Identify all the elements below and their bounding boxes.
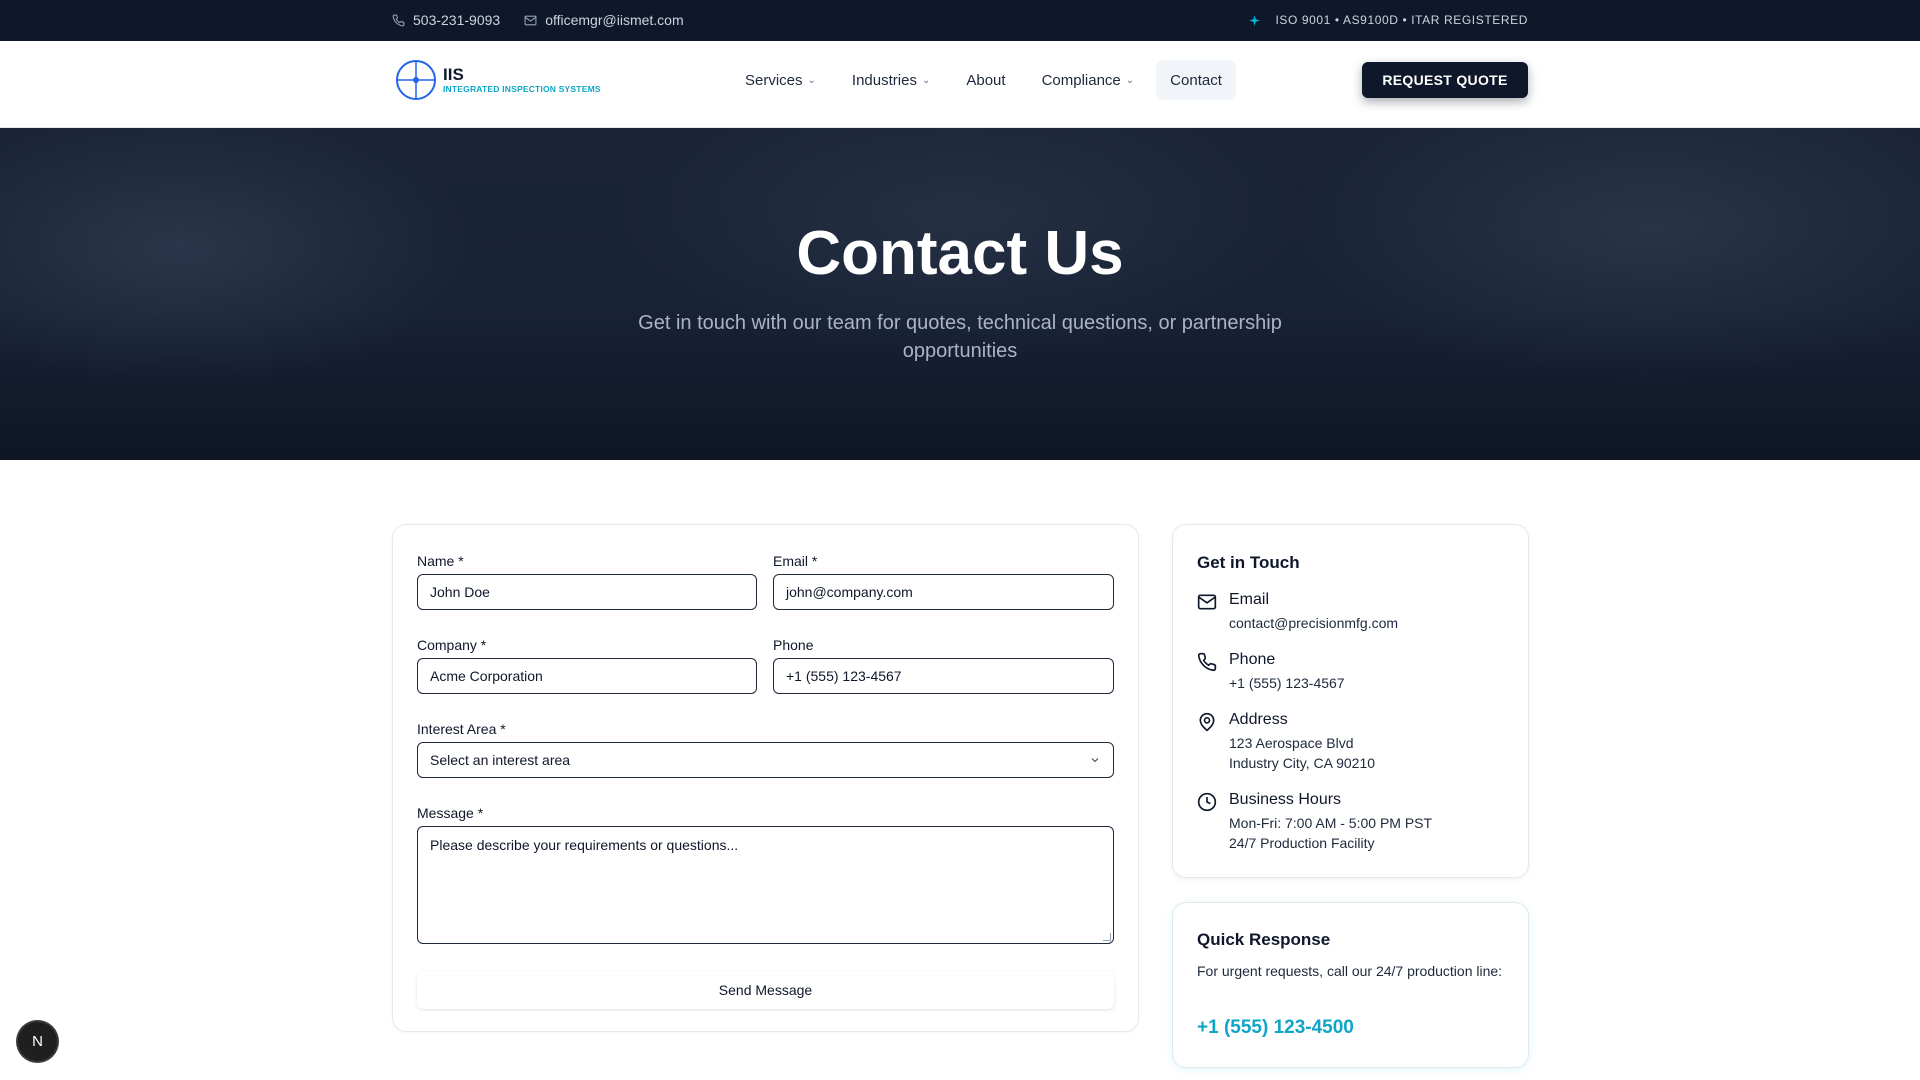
hero-banner: Contact Us Get in touch with our team fo…	[0, 128, 1920, 460]
message-placeholder: Please describe your requirements or que…	[430, 837, 739, 853]
quick-response-text: For urgent requests, call our 24/7 produ…	[1197, 963, 1503, 979]
topbar-phone[interactable]: 503-231-9093	[392, 12, 500, 28]
page-title: Contact Us	[796, 219, 1124, 288]
topbar-phone-text: 503-231-9093	[413, 12, 501, 28]
email-label: Email *	[773, 553, 818, 569]
contact-address-title: Address	[1229, 711, 1288, 728]
nav-contact[interactable]: Contact	[1156, 60, 1236, 100]
nav-about[interactable]: About	[952, 60, 1019, 100]
contact-form: Name * John Doe Email * john@company.com…	[392, 524, 1139, 1032]
get-in-touch-card: Get in Touch Email contact@precisionmfg.…	[1172, 524, 1529, 878]
name-label: Name *	[417, 553, 464, 569]
contact-hours-title: Business Hours	[1229, 791, 1342, 808]
email-field-group: Email * john@company.com	[773, 553, 1114, 610]
nav-contact-label: Contact	[1170, 71, 1222, 89]
main-nav: Services ⌄ Industries ⌄ About Compliance ⌄ …	[731, 60, 1236, 100]
nav-industries-label: Industries	[851, 71, 917, 89]
mail-icon	[524, 15, 537, 25]
message-textarea[interactable]: Please describe your requirements or que…	[417, 826, 1114, 944]
chevron-down-icon: ⌄	[807, 74, 816, 86]
get-in-touch-title: Get in Touch	[1197, 553, 1300, 572]
chevron-down-icon: ⌄	[921, 74, 931, 86]
page-subtitle: Get in touch with our team for quotes, t…	[638, 312, 1282, 362]
dev-tools-badge[interactable]: N	[18, 1022, 57, 1061]
message-label: Message *	[417, 805, 484, 821]
contact-address-line2: Industry City, CA 90210	[1229, 755, 1376, 771]
resize-handle[interactable]	[1103, 933, 1111, 941]
company-input[interactable]: Acme Corporation	[417, 658, 757, 694]
phone-label: Phone	[773, 637, 814, 653]
interest-select-value: Select an interest area	[430, 752, 571, 768]
interest-field-group: Interest Area * Select an interest area	[417, 721, 1114, 778]
request-quote-button[interactable]: REQUEST QUOTE	[1362, 62, 1528, 98]
interest-select[interactable]: Select an interest area	[417, 742, 1114, 778]
topbar-email[interactable]: officemgr@iismet.com	[524, 12, 684, 28]
interest-label: Interest Area *	[417, 721, 506, 737]
nav-about-label: About	[966, 71, 1006, 89]
name-field-group: Name * John Doe	[417, 553, 757, 610]
contact-hours: Business Hours Mon-Fri: 7:00 AM - 5:00 P…	[1197, 791, 1432, 853]
contact-address: Address 123 Aerospace Blvd Industry City…	[1197, 711, 1375, 773]
contact-phone: Phone +1 (555) 123-4567	[1197, 651, 1345, 693]
contact-hours-line1: Mon-Fri: 7:00 AM - 5:00 PM PST	[1229, 815, 1433, 831]
company-field-group: Company * Acme Corporation	[417, 637, 757, 694]
contact-email-title: Email	[1229, 591, 1270, 608]
contact-address-line1: 123 Aerospace Blvd	[1229, 735, 1354, 751]
nav-services-label: Services	[745, 71, 803, 89]
quick-response-title: Quick Response	[1197, 930, 1331, 949]
chevron-down-icon: ⌄	[1125, 74, 1135, 86]
hero-background	[0, 128, 1920, 460]
quick-response-number[interactable]: +1 (555) 123-4500	[1197, 1017, 1354, 1039]
email-input[interactable]: john@company.com	[773, 574, 1114, 610]
contact-email: Email contact@precisionmfg.com	[1197, 591, 1398, 633]
certifications-text: ISO 9001 • AS9100D • ITAR REGISTERED	[1275, 13, 1528, 27]
brand-tagline: INTEGRATED INSPECTION SYSTEMS	[443, 84, 601, 94]
contact-phone-title: Phone	[1229, 651, 1276, 668]
mail-icon	[1197, 594, 1217, 610]
crosshair-logo-icon	[396, 60, 436, 100]
message-field-group: Message * Please describe your requireme…	[417, 805, 1114, 944]
contact-email-value[interactable]: contact@precisionmfg.com	[1229, 613, 1398, 633]
sparkle-icon	[1249, 14, 1261, 26]
contact-phone-value[interactable]: +1 (555) 123-4567	[1229, 673, 1345, 693]
send-message-button[interactable]: Send Message	[417, 971, 1114, 1009]
phone-input[interactable]: +1 (555) 123-4567	[773, 658, 1114, 694]
nav-industries[interactable]: Industries ⌄	[838, 60, 944, 100]
topbar-email-text: officemgr@iismet.com	[545, 12, 684, 28]
phone-icon	[392, 14, 405, 26]
logo[interactable]: IIS INTEGRATED INSPECTION SYSTEMS	[395, 59, 601, 101]
brand-name: IIS	[443, 65, 464, 84]
company-label: Company *	[417, 637, 487, 653]
name-input[interactable]: John Doe	[417, 574, 757, 610]
contact-hours-line2: 24/7 Production Facility	[1229, 835, 1375, 851]
top-bar: 503-231-9093 officemgr@iismet.com ISO 90…	[0, 0, 1920, 41]
nav-compliance[interactable]: Compliance ⌄	[1028, 60, 1149, 100]
chevron-down-icon	[1091, 758, 1099, 763]
phone-icon	[1197, 652, 1217, 672]
map-pin-icon	[1199, 712, 1215, 732]
clock-icon	[1197, 792, 1217, 812]
quick-response-card: Quick Response For urgent requests, call…	[1172, 902, 1529, 1068]
certifications: ISO 9001 • AS9100D • ITAR REGISTERED	[1248, 13, 1528, 27]
phone-field-group: Phone +1 (555) 123-4567	[773, 637, 1114, 694]
main-header: IIS INTEGRATED INSPECTION SYSTEMS Servic…	[0, 41, 1920, 128]
nav-compliance-label: Compliance	[1041, 71, 1121, 89]
nav-services[interactable]: Services ⌄	[731, 60, 830, 100]
